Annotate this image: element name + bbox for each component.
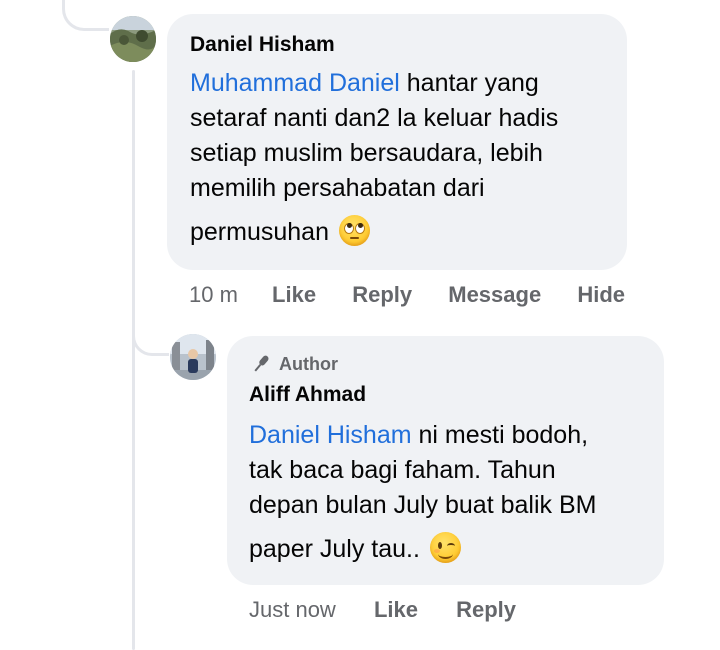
mention-link[interactable]: Muhammad Daniel [190, 69, 400, 97]
avatar-photo [110, 16, 156, 62]
comment-text: Muhammad Daniel hantar yang setaraf nanti… [190, 66, 620, 250]
avatar-photo [170, 334, 216, 380]
avatar[interactable] [170, 334, 216, 380]
message-button[interactable]: Message [448, 282, 541, 308]
comment-text-line: permusuhan [190, 218, 329, 246]
author-badge-label: Author [279, 353, 338, 374]
comment-text-line: memilih persahabatan dari [190, 174, 485, 202]
reply-text-line: tak baca bagi faham. Tahun [249, 456, 556, 484]
face-with-rolling-eyes-emoji [338, 215, 370, 246]
microphone-icon [254, 355, 269, 372]
comment-text-line: hantar yang [399, 69, 539, 97]
reply-connector [132, 305, 169, 356]
comment-text-line: setiap muslim bersaudara, lebih [190, 139, 543, 167]
thread-connector-top [62, 0, 109, 31]
avatar[interactable] [110, 16, 156, 62]
author-badge: Author [249, 352, 338, 376]
winking-face-emoji [429, 532, 461, 563]
like-button[interactable]: Like [272, 282, 316, 308]
reply-actions: Just now Like Reply [249, 597, 516, 623]
thread-line [132, 70, 135, 650]
comment-actions: 10 m Like Reply Message Hide [189, 282, 625, 308]
reply-text-line: ni mesti bodoh, [411, 421, 589, 449]
like-button[interactable]: Like [374, 597, 418, 623]
reply-text: Daniel Hisham ni mesti bodoh, tak baca ba… [249, 418, 659, 567]
reply-timestamp[interactable]: Just now [249, 597, 336, 623]
mention-link[interactable]: Daniel Hisham [249, 421, 412, 449]
reply-button[interactable]: Reply [456, 597, 516, 623]
comment-text-line: setaraf nanti dan2 la keluar hadis [190, 104, 559, 132]
reply-text-line: paper July tau.. [249, 535, 420, 563]
reply-author-name[interactable]: Aliff Ahmad [249, 383, 366, 407]
reply-text-line: depan bulan July buat balik BM [249, 491, 597, 519]
hide-button[interactable]: Hide [577, 282, 625, 308]
comment-timestamp[interactable]: 10 m [189, 282, 238, 308]
comment-author-name[interactable]: Daniel Hisham [190, 33, 335, 57]
reply-button[interactable]: Reply [352, 282, 412, 308]
